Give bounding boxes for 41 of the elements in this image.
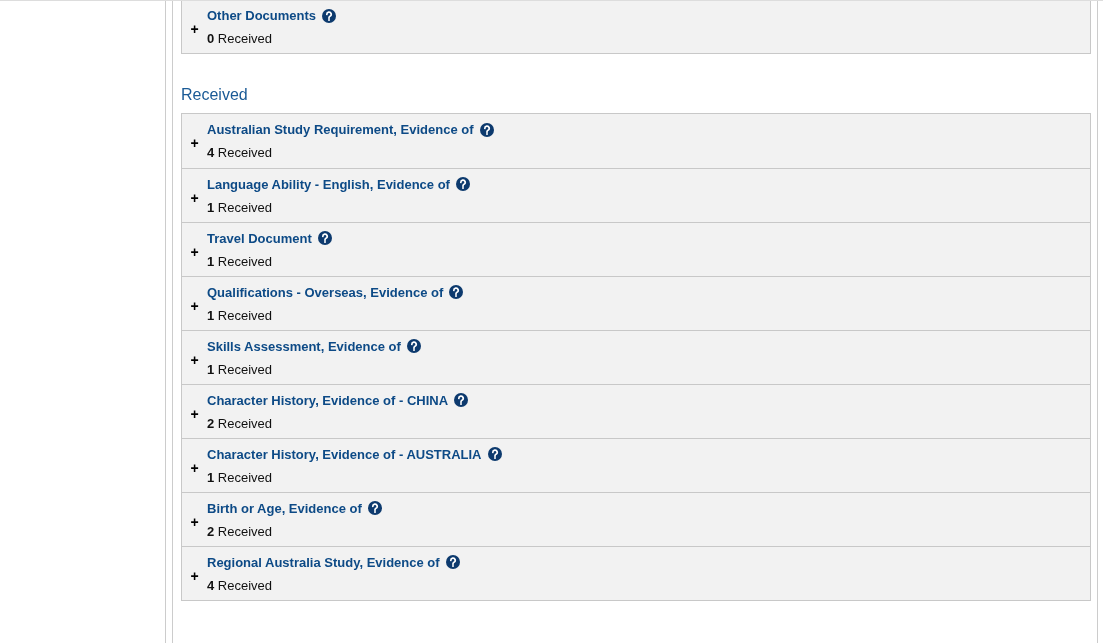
received-count: 1 Received bbox=[207, 199, 274, 215]
expand-toggle[interactable]: + bbox=[182, 455, 207, 476]
received-count: 4 Received bbox=[207, 145, 274, 160]
received-count: 1 Received bbox=[207, 469, 274, 485]
document-title-link[interactable]: Birth or Age, Evidence of bbox=[207, 500, 362, 516]
expand-toggle[interactable]: + bbox=[182, 185, 207, 206]
expand-toggle[interactable]: + bbox=[182, 239, 207, 260]
document-title-link[interactable]: Other Documents bbox=[207, 8, 317, 23]
expand-toggle[interactable]: + bbox=[182, 131, 207, 151]
expand-toggle[interactable]: + bbox=[182, 401, 207, 422]
received-count: 0 Received bbox=[207, 31, 274, 46]
expand-toggle[interactable]: + bbox=[182, 293, 207, 314]
document-title-link[interactable]: Character History, Evidence of - CHINA bbox=[207, 392, 449, 408]
document-title-link[interactable]: Australian Study Requirement, Evidence of bbox=[207, 122, 474, 137]
received-count: 1 Received bbox=[207, 307, 274, 323]
help-icon[interactable] bbox=[454, 393, 469, 407]
help-icon[interactable] bbox=[317, 231, 332, 245]
help-icon[interactable] bbox=[445, 555, 460, 569]
document-title-link[interactable]: Regional Australia Study, Evidence of bbox=[207, 554, 440, 570]
help-icon[interactable] bbox=[406, 339, 421, 353]
expand-toggle[interactable]: + bbox=[182, 347, 207, 368]
expand-toggle[interactable]: + bbox=[182, 17, 207, 37]
help-icon[interactable] bbox=[479, 122, 494, 137]
received-count: 2 Received bbox=[207, 415, 274, 431]
expand-toggle[interactable]: + bbox=[182, 563, 207, 584]
help-icon[interactable] bbox=[455, 177, 470, 191]
document-title-link[interactable]: Skills Assessment, Evidence of bbox=[207, 338, 401, 354]
received-count: 1 Received bbox=[207, 253, 274, 269]
document-title-link[interactable]: Travel Document bbox=[207, 230, 312, 246]
document-title-link[interactable]: Qualifications - Overseas, Evidence of bbox=[207, 284, 444, 300]
help-icon[interactable] bbox=[487, 447, 502, 461]
help-icon[interactable] bbox=[367, 501, 382, 515]
received-count: 1 Received bbox=[207, 361, 274, 377]
help-icon[interactable] bbox=[322, 8, 337, 23]
section-heading: Received bbox=[181, 86, 249, 104]
received-count: 4 Received bbox=[207, 577, 274, 593]
document-title-link[interactable]: Language Ability - English, Evidence of bbox=[207, 176, 450, 192]
expand-toggle[interactable]: + bbox=[182, 509, 207, 530]
received-count: 2 Received bbox=[207, 523, 274, 539]
document-title-link[interactable]: Character History, Evidence of - AUSTRALIA bbox=[207, 446, 482, 462]
help-icon[interactable] bbox=[449, 285, 464, 299]
